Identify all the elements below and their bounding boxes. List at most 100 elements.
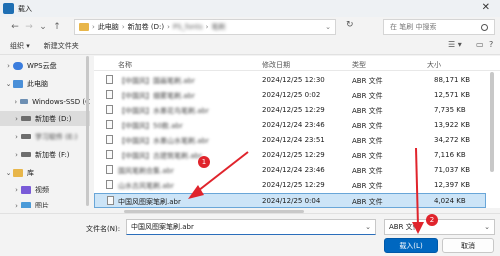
sidebar-item-label: 图片 [35, 201, 49, 209]
cancel-button[interactable]: 取消 [442, 238, 494, 253]
file-name: 【中国风】50款.abr [118, 122, 183, 130]
chevron-down-icon[interactable]: ⌄ [4, 80, 13, 88]
file-row-selected[interactable]: 中国风图案笔刷.abr 2024/12/25 0:04 ABR 文件 4,024… [94, 193, 486, 208]
sidebar-item-this-pc[interactable]: ⌄ 此电脑 [0, 76, 90, 91]
sidebar-item-drive-d[interactable]: › 新加卷 (D:) [0, 111, 90, 126]
file-list: 名称 修改日期 类型 大小 【中国风】国画笔刷.abr 2024/12/25 1… [94, 56, 500, 208]
file-row[interactable]: 国风笔刷合集.abr 2024/12/24 23:46 ABR 文件 71,03… [94, 162, 486, 177]
refresh-icon[interactable]: ↻ [346, 20, 354, 30]
search-input[interactable]: 在 笔刷 中搜索 [383, 19, 495, 35]
drive-icon [21, 116, 31, 121]
view-options-icon[interactable]: ☰ ▾ [448, 40, 462, 49]
file-row[interactable]: 【中国风】国画笔刷.abr 2024/12/25 12:30 ABR 文件 88… [94, 72, 486, 87]
chevron-down-icon[interactable]: ⌄ [4, 169, 13, 177]
chevron-right-icon[interactable]: › [12, 133, 21, 141]
column-header-type[interactable]: 类型 [352, 60, 366, 70]
file-size: 7,735 KB [434, 106, 466, 114]
breadcrumb[interactable]: › 此电脑 › 新加卷 (D:) › PS_fonts › 笔刷 ⌄ [74, 19, 336, 35]
help-icon[interactable]: ? [489, 40, 493, 49]
sidebar-scrollbar[interactable] [86, 56, 89, 206]
sidebar-item-label: 此电脑 [27, 79, 48, 88]
chevron-right-icon[interactable]: › [12, 98, 20, 106]
file-row[interactable]: 【中国风】烟雾笔刷.abr 2024/12/25 0:02 ABR 文件 12,… [94, 87, 486, 102]
file-date: 2024/12/25 0:02 [262, 91, 321, 99]
file-list-scrollbar[interactable] [490, 72, 494, 172]
file-icon [106, 180, 113, 189]
sidebar-item-wps[interactable]: › WPS云盘 [0, 58, 90, 73]
filename-field[interactable]: 中国风图案笔刷.abr ⌄ [126, 219, 376, 235]
file-name: 【中国风】古建筑笔刷.abr [118, 152, 202, 160]
chevron-right-icon[interactable]: › [12, 186, 21, 194]
file-row[interactable]: 山水古风笔刷.abr 2024/12/25 12:29 ABR 文件 12,39… [94, 177, 486, 192]
file-icon [107, 196, 114, 205]
command-bar: 组织 ▾ 新建文件夹 ☰ ▾ ▭ ? [0, 37, 500, 55]
file-size: 13,922 KB [434, 121, 471, 129]
sidebar-item-libraries[interactable]: ⌄ 库 [0, 165, 90, 180]
file-name: 【中国风】水墨山水笔刷.abr [118, 137, 209, 145]
sidebar-item-label: 视频 [35, 185, 49, 194]
chevron-right-icon[interactable]: › [12, 202, 21, 209]
file-type: ABR 文件 [352, 167, 383, 175]
sidebar-item-drive-c[interactable]: › Windows-SSD (C [0, 94, 90, 109]
chevron-down-icon[interactable]: ⌄ [484, 223, 490, 231]
sidebar-item-pictures[interactable]: › 图片 [0, 198, 90, 208]
preview-pane-icon[interactable]: ▭ [476, 40, 484, 49]
file-row[interactable]: 【中国风】水墨山水笔刷.abr 2024/12/24 23:51 ABR 文件 … [94, 132, 486, 147]
up-icon[interactable]: ↑ [50, 22, 64, 32]
file-date: 2024/12/25 12:29 [262, 181, 325, 189]
column-header-size[interactable]: 大小 [427, 60, 441, 70]
file-type: ABR 文件 [352, 122, 383, 130]
file-icon [106, 75, 113, 84]
sidebar-item-drive-e[interactable]: › 学习软件 (E:) [0, 129, 90, 144]
open-button-label: 载入(L) [399, 241, 423, 250]
picture-icon [21, 201, 31, 208]
sidebar-item-label: 库 [27, 168, 34, 177]
file-row[interactable]: 【中国风】古建筑笔刷.abr 2024/12/25 12:29 ABR 文件 7… [94, 147, 486, 162]
close-icon[interactable]: ✕ [482, 2, 490, 13]
forward-icon[interactable]: → [22, 22, 36, 32]
dropdown-icon[interactable]: ⌄ [36, 22, 50, 32]
sidebar-item-videos[interactable]: › 视频 [0, 182, 90, 197]
filename-value: 中国风图案笔刷.abr [131, 223, 194, 231]
chevron-right-icon[interactable]: › [12, 151, 21, 159]
file-date: 2024/12/25 0:04 [262, 197, 321, 205]
file-row[interactable]: 【中国风】水墨花鸟笔刷.abr 2024/12/25 12:29 ABR 文件 … [94, 102, 486, 117]
file-icon [106, 165, 113, 174]
file-icon [106, 90, 113, 99]
filetype-select[interactable]: ABR 文件 ⌄ [384, 219, 495, 235]
sidebar-item-drive-f[interactable]: › 新加卷 (F:) [0, 147, 90, 162]
breadcrumb-segment[interactable]: PS_fonts [173, 23, 203, 31]
new-folder-button[interactable]: 新建文件夹 [44, 41, 79, 51]
file-name: 【中国风】烟雾笔刷.abr [118, 92, 195, 100]
file-row[interactable]: 【中国风】50款.abr 2024/12/24 23:46 ABR 文件 13,… [94, 117, 486, 132]
sidebar-item-label: 学习软件 (E:) [35, 132, 78, 141]
breadcrumb-segment[interactable]: 新加卷 (D:) [128, 22, 164, 32]
folder-icon [79, 23, 89, 31]
file-icon [106, 120, 113, 129]
breadcrumb-segment[interactable]: 笔刷 [211, 22, 225, 32]
file-icon [106, 150, 113, 159]
open-button[interactable]: 载入(L) [384, 238, 438, 253]
file-icon [106, 135, 113, 144]
filetype-value: ABR 文件 [389, 223, 420, 231]
sidebar-item-label: 新加卷 (F:) [35, 150, 70, 159]
chevron-down-icon[interactable]: ⌄ [325, 23, 331, 31]
file-date: 2024/12/24 23:46 [262, 121, 325, 129]
cancel-button-label: 取消 [461, 241, 475, 250]
file-type: ABR 文件 [352, 182, 383, 190]
file-type: ABR 文件 [352, 137, 383, 145]
file-date: 2024/12/25 12:29 [262, 106, 325, 114]
file-name: 山水古风笔刷.abr [118, 182, 174, 190]
chevron-down-icon[interactable]: ⌄ [365, 223, 371, 231]
file-size: 34,272 KB [434, 136, 471, 144]
breadcrumb-segment[interactable]: 此电脑 [98, 22, 119, 32]
file-icon [106, 105, 113, 114]
app-icon [3, 3, 14, 14]
column-header-date[interactable]: 修改日期 [262, 60, 290, 70]
address-bar: ← → ⌄ ↑ › 此电脑 › 新加卷 (D:) › PS_fonts › 笔刷… [0, 17, 500, 37]
back-icon[interactable]: ← [8, 22, 22, 32]
column-header-name[interactable]: 名称 [118, 60, 132, 70]
chevron-right-icon[interactable]: › [12, 115, 21, 123]
organize-button[interactable]: 组织 ▾ [10, 41, 30, 51]
chevron-right-icon[interactable]: › [4, 62, 13, 70]
